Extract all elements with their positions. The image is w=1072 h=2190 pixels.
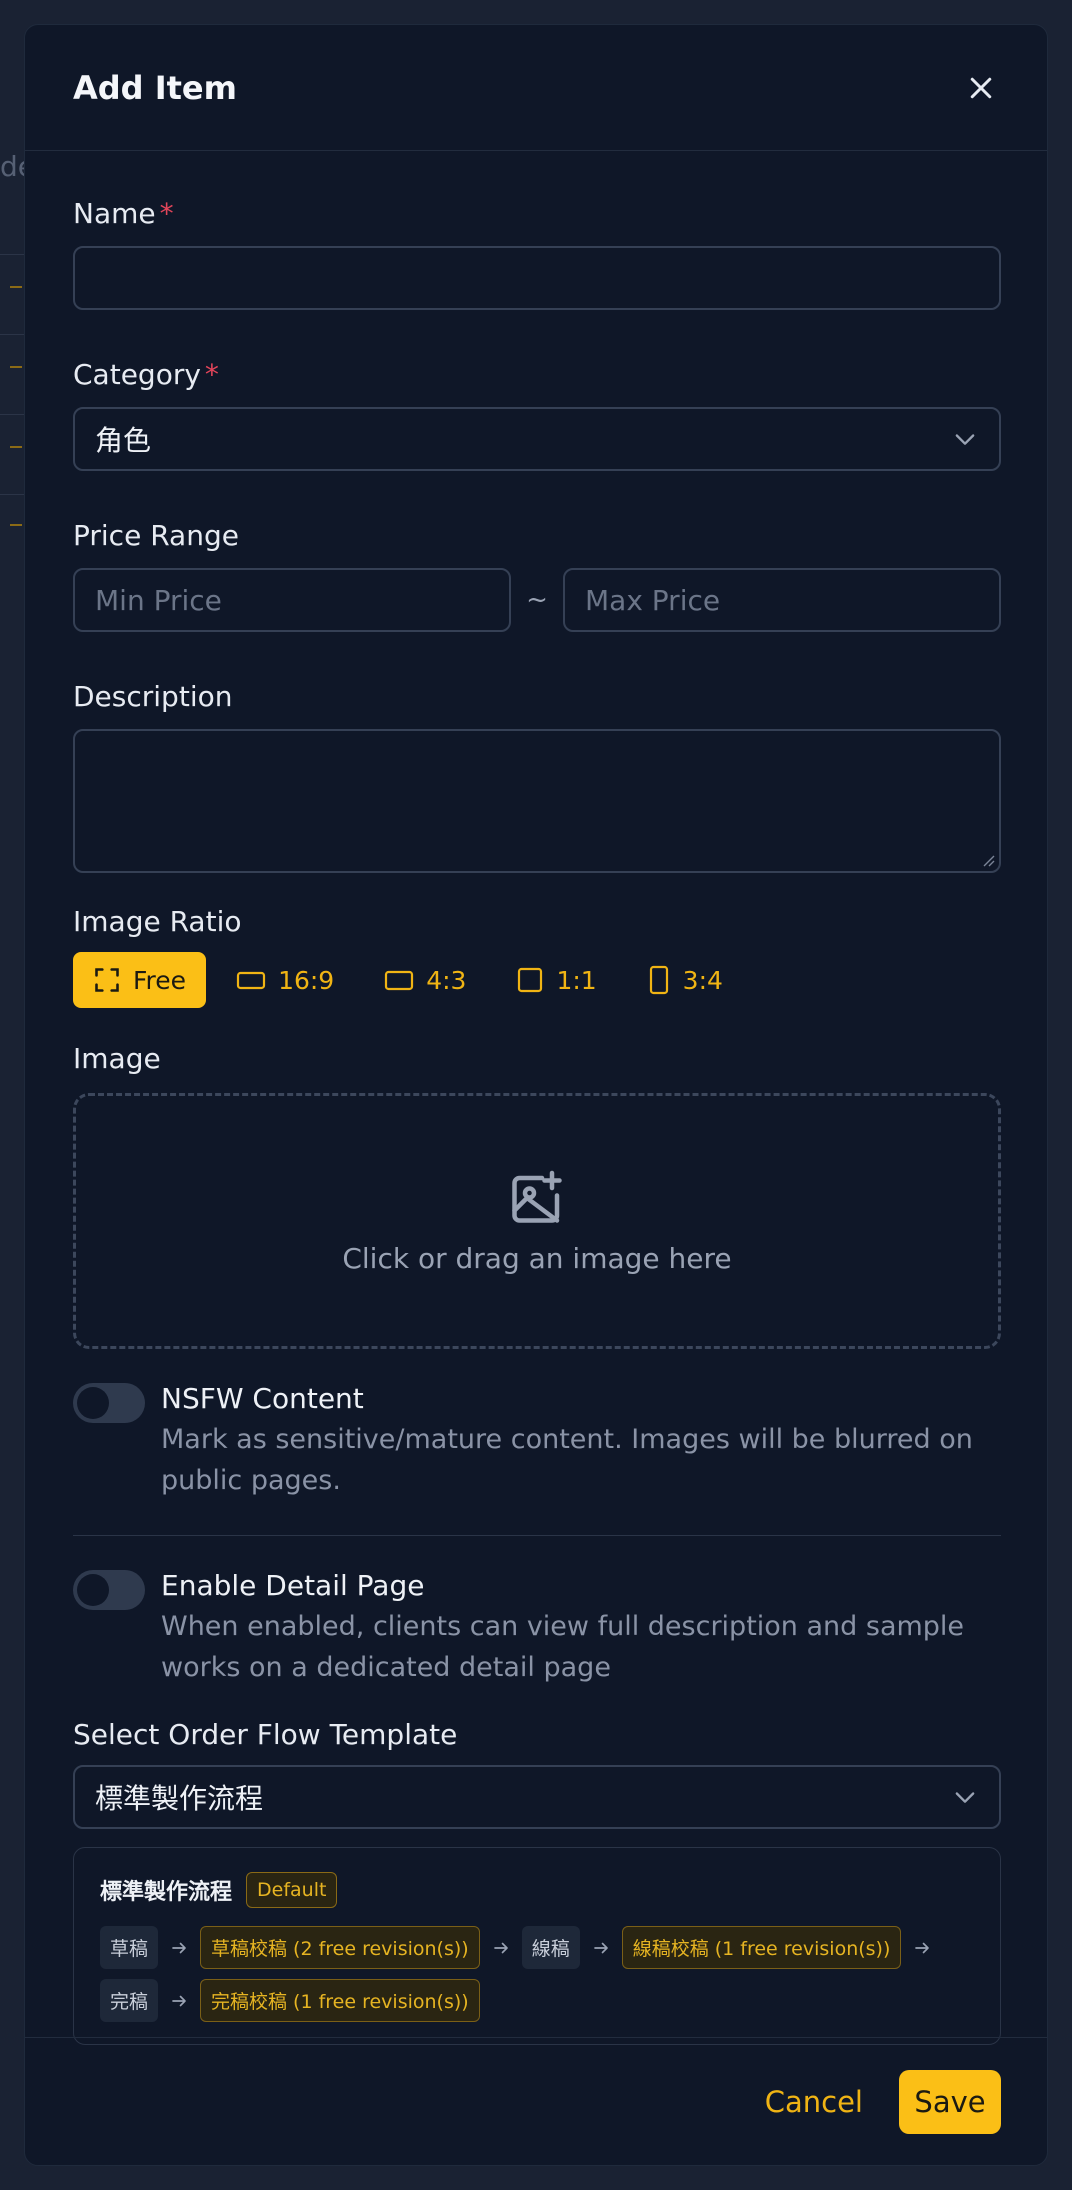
max-price-input[interactable]	[563, 568, 1001, 632]
dialog-title: Add Item	[73, 68, 237, 107]
ratio-option-16-9[interactable]: 16:9	[216, 952, 354, 1008]
nsfw-toggle[interactable]	[73, 1383, 145, 1423]
resize-grip-icon[interactable]	[981, 853, 995, 867]
detail-page-text: Enable Detail Page When enabled, clients…	[161, 1566, 1001, 1688]
background-fragment	[10, 524, 22, 526]
category-label-text: Category	[73, 358, 201, 391]
image-label: Image	[73, 1042, 161, 1075]
detail-page-description: When enabled, clients can view full desc…	[161, 1611, 965, 1683]
price-range-row: ~	[73, 568, 1001, 632]
flow-step: 線稿	[521, 1926, 580, 1969]
crop-free-icon	[95, 968, 119, 992]
background-fragment	[10, 286, 22, 288]
flow-step-review: 線稿校稿 (1 free revision(s))	[621, 1926, 902, 1969]
toggle-knob	[77, 1387, 109, 1419]
description-label: Description	[73, 680, 233, 713]
category-label: Category *	[73, 358, 999, 391]
detail-page-title: Enable Detail Page	[161, 1569, 425, 1602]
order-flow-preview: 標準製作流程 Default 草稿 草稿校稿 (2 free revision(…	[73, 1847, 1001, 2045]
ratio-option-3-4[interactable]: 3:4	[627, 952, 743, 1008]
background-fragment	[10, 366, 22, 368]
ratio-1-1-icon	[518, 967, 543, 993]
ratio-3-4-icon	[649, 965, 668, 995]
ratio-option-label: Free	[133, 965, 187, 995]
flow-step-review: 草稿校稿 (2 free revision(s))	[200, 1926, 480, 1969]
flow-preview-name: 標準製作流程	[100, 1880, 233, 1905]
flow-step: 草稿	[100, 1926, 159, 1969]
name-label: Name *	[73, 197, 999, 230]
divider	[73, 1535, 1001, 1536]
order-flow-select[interactable]: 標準製作流程	[73, 1765, 1001, 1829]
ratio-option-label: 16:9	[278, 965, 335, 995]
flow-steps: 草稿 草稿校稿 (2 free revision(s)) 線稿 線稿校稿 (1 …	[100, 1926, 976, 2022]
dialog-header: Add Item	[25, 25, 1047, 151]
dialog-footer: Cancel Save	[25, 2037, 1047, 2165]
price-range-label: Price Range	[73, 519, 239, 552]
save-button[interactable]: Save	[899, 2069, 1001, 2134]
arrow-right-icon	[590, 1939, 612, 1957]
ratio-4-3-icon	[385, 970, 414, 991]
image-ratio-options: Free 16:9 4:3 1:1 3:4	[73, 952, 999, 1008]
toggle-knob	[77, 1574, 109, 1606]
nsfw-text: NSFW Content Mark as sensitive/mature co…	[161, 1379, 1001, 1501]
ratio-option-free[interactable]: Free	[73, 952, 207, 1008]
ratio-option-4-3[interactable]: 4:3	[364, 952, 486, 1008]
image-plus-icon	[512, 1170, 562, 1223]
chevron-down-icon	[955, 1792, 975, 1803]
detail-page-toggle[interactable]	[73, 1570, 145, 1610]
min-price-input[interactable]	[73, 568, 511, 632]
chevron-down-icon	[955, 434, 975, 445]
close-icon	[970, 77, 992, 98]
detail-page-row: Enable Detail Page When enabled, clients…	[73, 1566, 999, 1688]
ratio-option-label: 4:3	[426, 965, 467, 995]
order-flow-selected-value: 標準製作流程	[95, 1782, 264, 1815]
name-input[interactable]	[73, 246, 1001, 310]
required-mark: *	[159, 197, 174, 230]
category-select[interactable]: 角色	[73, 407, 1001, 471]
ratio-option-label: 3:4	[682, 965, 723, 995]
add-item-dialog: Add Item Name * Category * 角色 Price Rang…	[24, 24, 1048, 2166]
required-mark: *	[204, 358, 219, 391]
ratio-option-label: 1:1	[556, 965, 597, 995]
arrow-right-icon	[911, 1939, 933, 1957]
arrow-right-icon	[490, 1939, 512, 1957]
arrow-right-icon	[168, 1992, 190, 2010]
nsfw-description: Mark as sensitive/mature content. Images…	[161, 1424, 973, 1496]
arrow-right-icon	[168, 1939, 190, 1957]
description-textarea[interactable]	[73, 729, 1001, 873]
category-selected-value: 角色	[95, 424, 152, 457]
image-ratio-label: Image Ratio	[73, 905, 242, 938]
ratio-option-1-1[interactable]: 1:1	[496, 952, 616, 1008]
name-label-text: Name	[73, 197, 156, 230]
flow-preview-header: 標準製作流程 Default	[100, 1872, 976, 1908]
ratio-16-9-icon	[236, 971, 266, 990]
flow-step-review: 完稿校稿 (1 free revision(s))	[200, 1979, 480, 2022]
default-badge: Default	[246, 1872, 338, 1908]
cancel-button[interactable]: Cancel	[765, 2085, 863, 2119]
nsfw-title: NSFW Content	[161, 1382, 364, 1415]
flow-step: 完稿	[100, 1979, 159, 2022]
price-separator: ~	[526, 585, 548, 615]
background-fragment	[10, 446, 22, 448]
close-button[interactable]	[961, 68, 1001, 108]
image-dropzone[interactable]: Click or drag an image here	[73, 1093, 1001, 1349]
order-flow-label: Select Order Flow Template	[73, 1718, 458, 1751]
nsfw-row: NSFW Content Mark as sensitive/mature co…	[73, 1379, 999, 1501]
dialog-body: Name * Category * 角色 Price Range ~ Descr…	[25, 151, 1047, 2045]
dropzone-text: Click or drag an image here	[342, 1241, 732, 1275]
